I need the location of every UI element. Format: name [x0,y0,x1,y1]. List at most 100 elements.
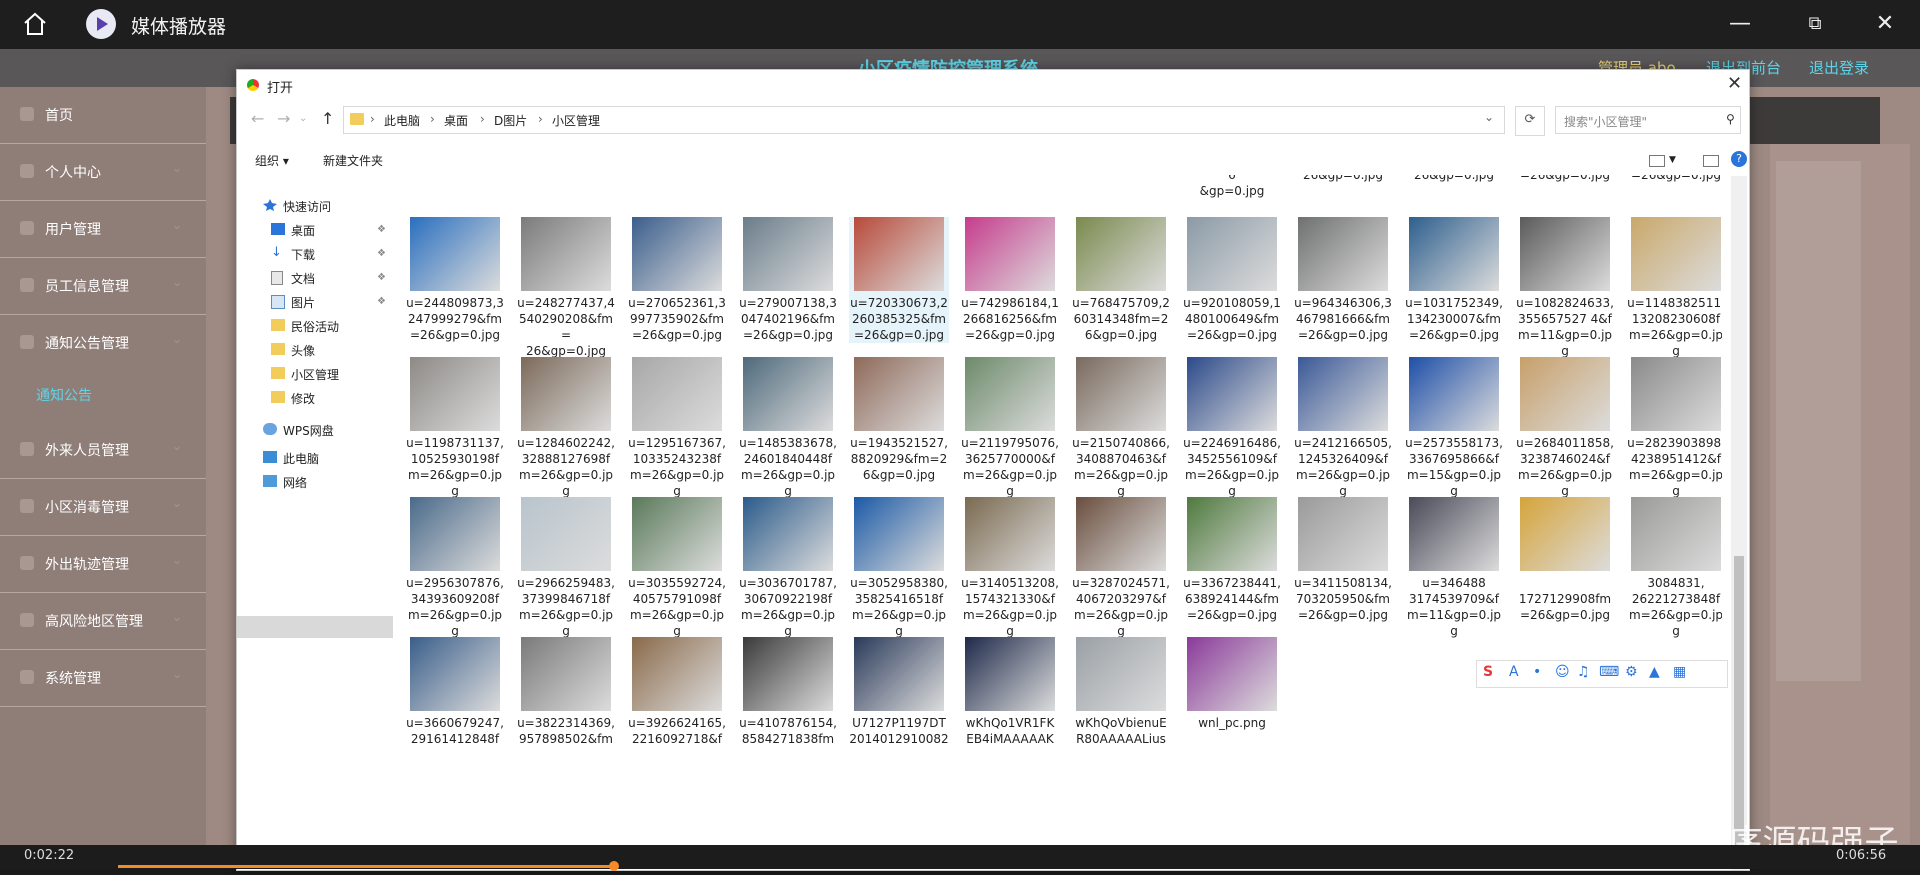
logout-link[interactable]: 退出登录 [1809,57,1869,78]
sidebar-item-visitor-management[interactable]: 外来人员管理 ⌄ [0,422,206,479]
vertical-scrollbar[interactable] [1731,176,1747,870]
file-name: u=964346306,3 467981666&fm =26&gp=0.jpg [1294,296,1392,342]
file-item[interactable]: u=3367238441, 638924144&fm =26&gp=0.jpg [1182,497,1282,623]
sidebar-item-staff-management[interactable]: 员工信息管理 ⌄ [0,258,206,315]
new-folder-button[interactable]: 新建文件夹 [323,152,383,169]
file-item[interactable]: u=3036701787, 30670922198f m=26&gp=0.jp … [738,497,838,639]
file-item[interactable]: u=2823903898, 4238951412&f m=26&gp=0.jp … [1626,357,1722,499]
file-item[interactable]: u=2573558173, 3367695866&f m=15&gp=0.jp … [1404,357,1504,499]
file-item[interactable]: u=3411508134, 703205950&fm =26&gp=0.jpg [1293,497,1393,623]
file-item[interactable]: u=742986184,1 266816256&fm =26&gp=0.jpg [960,217,1060,343]
sidebar-item-system-management[interactable]: 系统管理 ⌄ [0,650,206,707]
file-item[interactable]: u=1031752349, 134230007&fm =26&gp=0.jpg [1404,217,1504,343]
close-button[interactable]: ✕ [1870,10,1900,38]
ime-mic-icon[interactable]: ♫ [1577,664,1590,680]
file-item[interactable]: u=2733175,620 3976666&fm=26 &gp=0.jpg [1182,175,1282,199]
file-item[interactable]: u=3287024571, 4067203297&f m=26&gp=0.jp … [1071,497,1171,639]
sidebar-item-user-management[interactable]: 用户管理 ⌄ [0,201,206,258]
file-item[interactable]: u=244809873,3 247999279&fm =26&gp=0.jpg [405,217,505,343]
sidebar-item-high-risk-area[interactable]: 高风险地区管理 ⌄ [0,593,206,650]
search-input[interactable]: 搜索"小区管理" ⚲ [1555,106,1741,134]
file-item[interactable]: u=1943521527, 8820929&fm=2 6&gp=0.jpg [849,357,949,483]
recent-locations-icon[interactable]: ⌄ [299,113,307,124]
file-item[interactable]: u=1198731137, 10525930198f m=26&gp=0.jp … [405,357,505,499]
ime-skin-icon[interactable]: ▲ [1649,664,1660,680]
file-item[interactable]: u=2246916486, 3452556109&f m=26&gp=0.jp … [1182,357,1282,499]
file-item[interactable]: u=3052958380, 35825416518f m=26&gp=0.jp … [849,497,949,639]
dialog-close-icon[interactable]: ✕ [1727,73,1742,94]
minimize-button[interactable]: — [1725,10,1755,38]
ime-keyboard-icon[interactable]: ⌨ [1599,664,1619,680]
file-item[interactable]: u=57436846,31 37864991&fm= 26&gp=0.jpg [1293,175,1393,183]
file-item[interactable]: u=3140513208, 1574321330&f m=26&gp=0.jp … [960,497,1060,639]
file-item[interactable]: u=4107876154, 8584271838fm [738,637,838,747]
file-item[interactable]: u=1284602242, 32888127698f m=26&gp=0.jp … [516,357,616,499]
sidebar-item-home[interactable]: 首页 [0,87,206,144]
sidebar-item-personal-center[interactable]: 个人中心 ⌄ [0,144,206,201]
file-item[interactable]: U7127P1197DT 2014012910082 [849,637,949,747]
file-item[interactable]: u=3660679247, 29161412848f [405,637,505,747]
file-item[interactable]: wnl_pc.png [1182,637,1282,731]
file-item[interactable]: u=1295167367, 10335243238f m=26&gp=0.jp … [627,357,727,499]
sidebar-item-trajectory-management[interactable]: 外出轨迹管理 ⌄ [0,536,206,593]
file-item[interactable]: u=2966259483, 37399846718f m=26&gp=0.jp … [516,497,616,639]
ime-punct-icon[interactable]: • [1533,664,1541,680]
file-item[interactable]: u=2956307876, 34393609208f m=26&gp=0.jp … [405,497,505,639]
help-icon[interactable]: ? [1731,151,1747,167]
submenu-notice[interactable]: 通知公告 [36,385,92,405]
view-dropdown-icon[interactable]: ▼ [1669,155,1676,165]
file-item[interactable]: u=1485383678, 24601840448f m=26&gp=0.jp … [738,357,838,499]
file-item[interactable]: u=2119795076, 3625770000&f m=26&gp=0.jp … [960,357,1060,499]
file-name: u=3035592724, 40575791098f m=26&gp=0.jp … [628,576,726,638]
progress-knob[interactable] [609,861,619,871]
home-icon[interactable] [22,11,48,37]
file-item[interactable]: u=116853930,2 068655778fm= 26&gp=0.jpg [1404,175,1504,183]
file-item[interactable]: u=248277437,4 540290208&fm= 26&gp=0.jpg [516,217,616,359]
ime-grid-icon[interactable]: ▦ [1673,664,1686,680]
network-icon [263,475,277,487]
file-item[interactable]: u=279007138,3 047402196&fm =26&gp=0.jpg [738,217,838,343]
breadcrumb-this-pc[interactable]: 此电脑 [384,112,420,129]
file-item[interactable]: u=1148382511, 13208230608f m=26&gp=0.jp … [1626,217,1722,359]
file-item[interactable]: u=129282404,3 715417955&fm =26&gp=0.jpg [1515,175,1615,183]
sidebar-item-notice-management[interactable]: 通知公告管理 ⌄ [0,315,206,371]
ime-tool-icon[interactable]: ⚙ [1625,664,1638,680]
file-item[interactable]: wKhQo1VR1FK EB4iMAAAAAK [960,637,1060,747]
file-item[interactable]: u=270652361,3 997735902&fm =26&gp=0.jpg [627,217,727,343]
ime-emoji-icon[interactable]: ☺ [1555,664,1570,680]
sidebar-item-disinfection-management[interactable]: 小区消毒管理 ⌄ [0,479,206,536]
chevron-down-icon[interactable]: ⌄ [1484,110,1494,124]
forward-icon[interactable]: → [277,109,290,128]
breadcrumb-community[interactable]: 小区管理 [552,112,600,129]
up-icon[interactable]: ↑ [321,109,334,128]
file-item[interactable]: u=134636216,1 963369707&fm =26&gp=0.jpg [1626,175,1722,183]
file-item[interactable]: u=720330673,2 260385325&fm =26&gp=0.jpg [849,217,949,343]
file-item[interactable]: u=2150740866, 3408870463&f m=26&gp=0.jp … [1071,357,1171,499]
file-item[interactable]: u=346488 3174539709&f m=11&gp=0.jp g [1404,497,1504,639]
breadcrumb-separator: › [430,112,435,126]
file-item[interactable]: u=3822314369, 957898502&fm [516,637,616,747]
file-item[interactable]: 1727129908fm =26&gp=0.jpg [1515,497,1615,623]
refresh-button[interactable]: ⟳ [1515,106,1545,136]
file-item[interactable]: u=964346306,3 467981666&fm =26&gp=0.jpg [1293,217,1393,343]
file-item[interactable]: u=920108059,1 480100649&fm =26&gp=0.jpg [1182,217,1282,343]
file-item[interactable]: u=3926624165, 2216092718&f [627,637,727,747]
organize-button[interactable]: 组织 ▾ [255,152,289,169]
file-item[interactable]: u=1082824633, 355657527 4&f m=11&gp=0.jp… [1515,217,1615,359]
breadcrumb-d-pictures[interactable]: D图片 [494,112,527,129]
back-icon[interactable]: ← [251,109,264,128]
maximize-button[interactable]: ⧉ [1800,10,1830,38]
ime-a-icon[interactable]: A [1509,664,1519,680]
progress-bar[interactable] [118,865,614,868]
breadcrumb-desktop[interactable]: 桌面 [444,112,468,129]
file-item[interactable]: u=2412166505, 1245326409&f m=26&gp=0.jp … [1293,357,1393,499]
address-bar[interactable]: › 此电脑 › 桌面 › D图片 › 小区管理 ⌄ [343,106,1505,134]
file-item[interactable]: u=2684011858, 3238746024&f m=26&gp=0.jp … [1515,357,1615,499]
file-item[interactable]: wKhQoVbienuE R80AAAAALius [1071,637,1171,747]
dialog-toolbar: 组织 ▾ 新建文件夹 ▼ ? [237,145,1749,175]
view-options-icon[interactable] [1649,155,1665,167]
file-item[interactable]: 3084831, 26221273848f m=26&gp=0.jp g [1626,497,1722,639]
file-item[interactable]: u=3035592724, 40575791098f m=26&gp=0.jp … [627,497,727,639]
preview-pane-icon[interactable] [1703,155,1719,167]
file-item[interactable]: u=768475709,2 60314348fm=2 6&gp=0.jpg [1071,217,1171,343]
